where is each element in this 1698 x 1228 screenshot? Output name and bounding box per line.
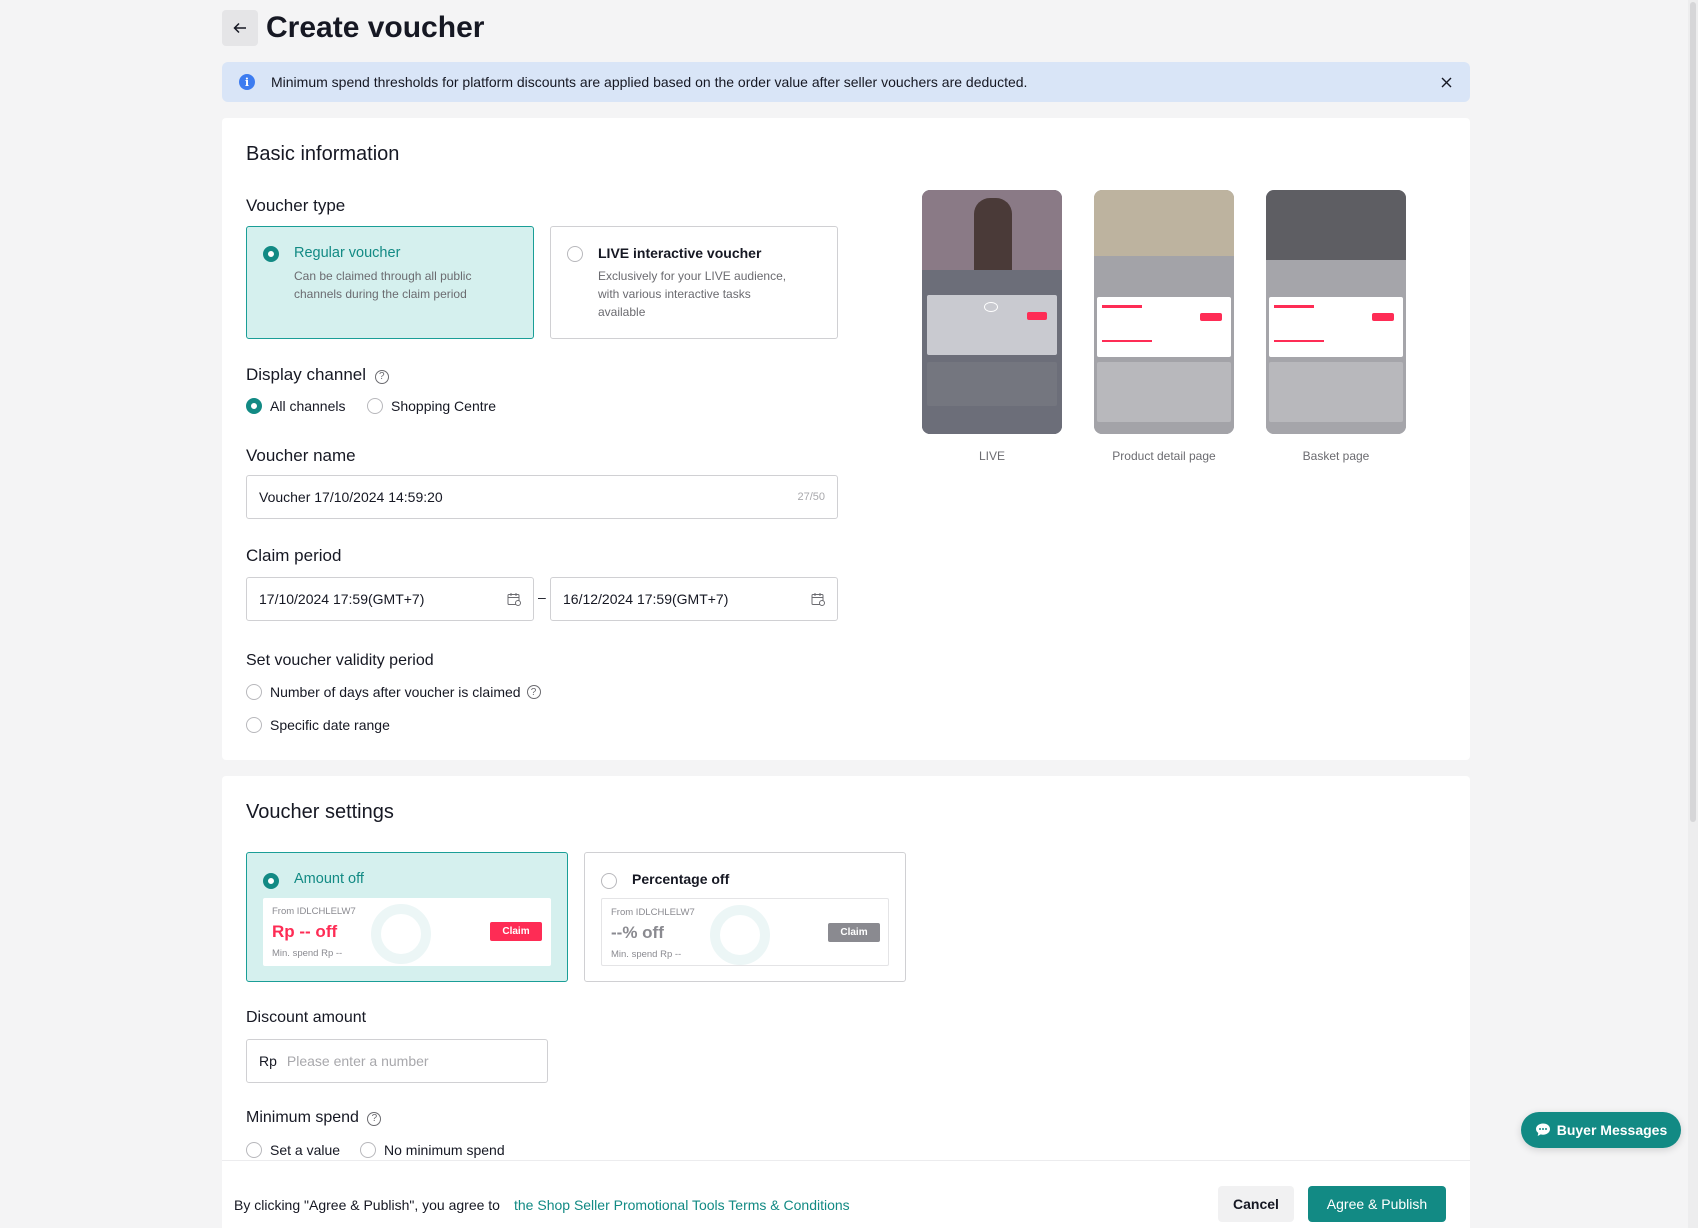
type-desc: available: [598, 305, 646, 319]
claim-period-label: Claim period: [246, 546, 342, 565]
validity-option-label: Specific date range: [270, 717, 390, 733]
channel-option-shopping-centre[interactable]: Shopping Centre: [367, 398, 496, 414]
channel-label: All channels: [270, 398, 346, 414]
preview-product-detail: [1094, 190, 1234, 434]
info-banner: i Minimum spend thresholds for platform …: [222, 62, 1470, 102]
radio[interactable]: [601, 873, 617, 889]
help-icon[interactable]: ?: [374, 369, 389, 384]
type-desc: Can be claimed through all public: [294, 269, 472, 283]
radio-selected[interactable]: [263, 873, 279, 889]
terms-link[interactable]: the Shop Seller Promotional Tools Terms …: [514, 1197, 850, 1213]
claim-end-value: 16/12/2024 17:59(GMT+7): [563, 591, 729, 607]
voucher-min-spend: Min. spend Rp --: [611, 949, 682, 960]
discount-placeholder: Please enter a number: [286, 1053, 429, 1069]
claim-start-value: 17/10/2024 17:59(GMT+7): [259, 591, 425, 607]
date-separator: –: [538, 589, 546, 605]
preview-caption: LIVE: [978, 449, 1005, 463]
voucher-type-label: Voucher type: [246, 196, 346, 215]
char-count: 27/50: [797, 491, 825, 503]
voucher-name-value: Voucher 17/10/2024 14:59:20: [259, 489, 443, 505]
radio[interactable]: [367, 398, 383, 414]
agree-text: By clicking "Agree & Publish", you agree…: [234, 1197, 500, 1213]
currency-prefix: Rp: [259, 1053, 277, 1069]
discount-amount-label: Discount amount: [246, 1009, 367, 1026]
radio-selected[interactable]: [263, 246, 279, 262]
footer-bar: By clicking "Agree & Publish", you agree…: [222, 1160, 1470, 1228]
min-spend-option-label: Set a value: [270, 1142, 341, 1158]
voucher-type-live[interactable]: LIVE interactive voucher Exclusively for…: [550, 226, 838, 339]
cancel-button[interactable]: Cancel: [1218, 1186, 1294, 1222]
claim-end-input[interactable]: 16/12/2024 17:59(GMT+7): [550, 577, 838, 621]
page-title: Create voucher: [266, 11, 485, 44]
min-spend-option-label: No minimum spend: [384, 1142, 505, 1158]
validity-option-label: Number of days after voucher is claimed: [270, 684, 521, 700]
voucher-value: Rp -- off: [272, 922, 338, 941]
voucher-type-regular[interactable]: Regular voucher Can be claimed through a…: [246, 226, 534, 339]
basic-information-card: Basic information Voucher type Regular v…: [222, 118, 1470, 760]
setting-type-percentage-off[interactable]: Percentage off From IDLCHLELW7 --% off M…: [584, 852, 906, 982]
type-desc: channels during the claim period: [294, 287, 467, 301]
buyer-messages-button[interactable]: Buyer Messages: [1521, 1112, 1681, 1148]
minimum-spend-label: Minimum spend ?: [246, 1109, 382, 1127]
voucher-name-label: Voucher name: [246, 446, 356, 465]
claim-button: Claim: [828, 923, 880, 942]
close-icon[interactable]: [1438, 74, 1454, 90]
voucher-min-spend: Min. spend Rp --: [272, 948, 343, 959]
type-title: Regular voucher: [294, 245, 401, 261]
calendar-icon: [507, 593, 521, 606]
arrow-left-icon: [233, 22, 246, 34]
voucher-preview: From IDLCHLELW7 --% off Min. spend Rp --…: [601, 898, 889, 966]
radio[interactable]: [246, 717, 262, 733]
display-channel-label: Display channel ?: [246, 365, 389, 385]
voucher-name-input[interactable]: Voucher 17/10/2024 14:59:20 27/50: [246, 475, 838, 519]
scrollbar-thumb[interactable]: [1690, 2, 1696, 822]
calendar-icon: [811, 593, 825, 606]
agree-publish-button[interactable]: Agree & Publish: [1308, 1186, 1446, 1222]
radio[interactable]: [567, 246, 583, 262]
back-button[interactable]: [222, 10, 258, 46]
preview-caption: Product detail page: [1112, 449, 1216, 463]
section-title: Voucher settings: [246, 801, 394, 823]
type-title: LIVE interactive voucher: [598, 245, 762, 261]
preview-basket: [1266, 190, 1406, 434]
type-desc: with various interactive tasks: [598, 287, 751, 301]
voucher-preview: From IDLCHLELW7 Rp -- off Min. spend Rp …: [263, 898, 551, 966]
radio[interactable]: [246, 1142, 262, 1158]
validity-label: Set voucher validity period: [246, 652, 434, 669]
preview-live: [922, 190, 1062, 434]
help-icon[interactable]: ?: [526, 685, 541, 699]
claim-start-input[interactable]: 17/10/2024 17:59(GMT+7): [246, 577, 534, 621]
type-title: Percentage off: [632, 871, 730, 887]
radio-selected[interactable]: [246, 398, 262, 414]
type-title: Amount off: [294, 871, 364, 887]
min-spend-option-none[interactable]: No minimum spend: [360, 1142, 505, 1158]
chat-bubble-icon: [1535, 1123, 1550, 1136]
preview-caption: Basket page: [1302, 449, 1370, 463]
section-title: Basic information: [246, 143, 400, 165]
channel-label: Shopping Centre: [391, 398, 497, 414]
min-spend-option-set-value[interactable]: Set a value: [246, 1142, 340, 1158]
help-icon[interactable]: ?: [367, 1111, 382, 1126]
validity-option-days[interactable]: Number of days after voucher is claimed …: [246, 684, 541, 700]
validity-option-date-range[interactable]: Specific date range: [246, 717, 390, 733]
chat-label: Buyer Messages: [1556, 1122, 1668, 1138]
radio[interactable]: [246, 684, 262, 700]
setting-type-amount-off[interactable]: Amount off From IDLCHLELW7 Rp -- off Min…: [246, 852, 568, 982]
voucher-from: From IDLCHLELW7: [272, 906, 356, 917]
discount-amount-input[interactable]: Rp Please enter a number: [246, 1039, 548, 1083]
radio[interactable]: [360, 1142, 376, 1158]
voucher-from: From IDLCHLELW7: [611, 907, 695, 918]
claim-button: Claim: [490, 922, 542, 941]
voucher-value: --% off: [611, 923, 664, 942]
type-desc: Exclusively for your LIVE audience,: [598, 269, 787, 283]
info-icon: i: [239, 74, 255, 90]
channel-option-all[interactable]: All channels: [246, 398, 346, 414]
banner-text: Minimum spend thresholds for platform di…: [271, 74, 1028, 90]
